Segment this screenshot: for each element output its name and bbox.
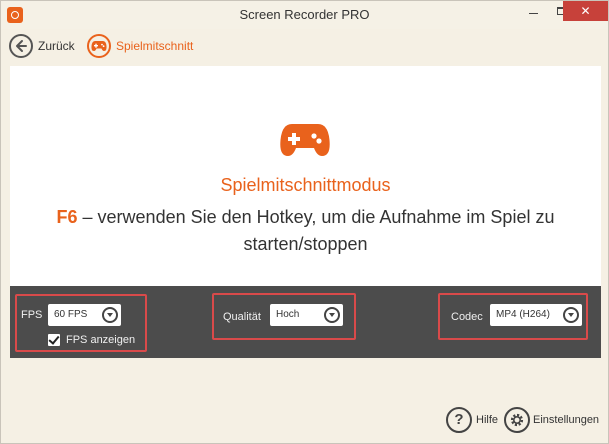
gamepad-nav-icon xyxy=(87,34,111,58)
arrow-left-icon xyxy=(16,40,27,52)
hotkey-description: – verwenden Sie den Hotkey, um die Aufna… xyxy=(77,207,555,254)
settings-button[interactable] xyxy=(504,407,530,433)
hotkey-key: F6 xyxy=(56,207,78,227)
fps-label: FPS xyxy=(21,309,43,321)
back-label[interactable]: Zurück xyxy=(38,39,75,53)
minimize-button[interactable] xyxy=(519,1,549,21)
fps-select[interactable]: 60 FPS xyxy=(48,304,121,326)
quality-value: Hoch xyxy=(276,309,300,320)
fps-group: FPS 60 FPS FPS anzeigen xyxy=(15,294,147,352)
nav-bar: Zurück Spielmitschnitt xyxy=(1,29,608,65)
codec-group: Codec MP4 (H264) xyxy=(438,293,588,340)
title-bar: Screen Recorder PRO ✕ xyxy=(1,1,608,29)
close-button[interactable]: ✕ xyxy=(563,1,608,21)
show-fps-label[interactable]: FPS anzeigen xyxy=(66,334,135,346)
quality-label: Qualität xyxy=(223,311,261,323)
chevron-down-icon xyxy=(102,307,118,323)
help-button[interactable]: ? xyxy=(446,407,472,433)
app-window: Screen Recorder PRO ✕ Zurück Spielmitsch… xyxy=(0,0,609,444)
mode-label: Spielmitschnitt xyxy=(116,39,194,53)
hotkey-instructions: F6 – verwenden Sie den Hotkey, um die Au… xyxy=(20,204,591,258)
settings-label[interactable]: Einstellungen xyxy=(533,414,599,426)
gear-icon xyxy=(510,413,524,427)
gamepad-icon xyxy=(280,124,330,156)
mode-title: Spielmitschnittmodus xyxy=(220,175,391,195)
help-icon: ? xyxy=(454,411,464,428)
codec-label: Codec xyxy=(451,311,483,323)
window-title: Screen Recorder PRO xyxy=(239,7,370,22)
content-panel: Spielmitschnittmodus F6 – verwenden Sie … xyxy=(10,66,601,286)
codec-select[interactable]: MP4 (H264) xyxy=(490,304,582,326)
close-icon: ✕ xyxy=(580,4,591,18)
codec-value: MP4 (H264) xyxy=(496,309,550,320)
chevron-down-icon xyxy=(563,307,579,323)
back-button[interactable] xyxy=(9,34,33,58)
quality-select[interactable]: Hoch xyxy=(270,304,343,326)
fps-value: 60 FPS xyxy=(54,309,88,320)
help-label[interactable]: Hilfe xyxy=(476,414,498,426)
quality-group: Qualität Hoch xyxy=(212,293,356,340)
chevron-down-icon xyxy=(324,307,340,323)
minimize-icon xyxy=(529,13,538,14)
show-fps-checkbox[interactable] xyxy=(48,334,60,346)
settings-bar: FPS 60 FPS FPS anzeigen Qualität Hoch Co… xyxy=(10,286,601,358)
